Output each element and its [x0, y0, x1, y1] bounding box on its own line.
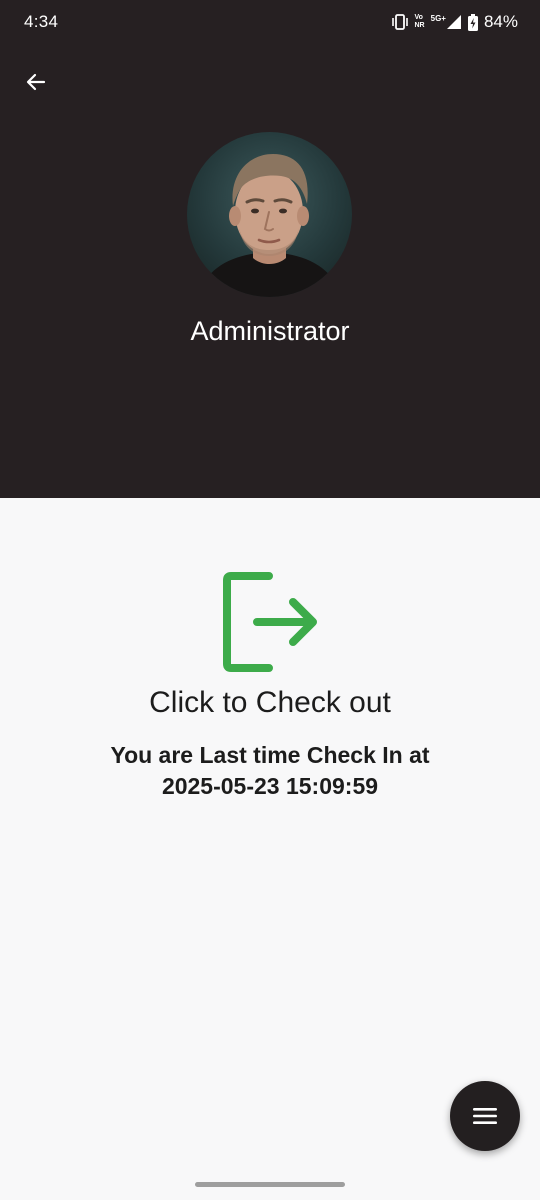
status-time: 4:34 [24, 12, 59, 31]
status-icons: Vo NR 5G+ 84% [391, 11, 518, 33]
user-name: Administrator [190, 316, 350, 346]
checkout-button[interactable]: Click to Check out You are Last time Che… [0, 560, 540, 802]
last-checkin-timestamp: 2025-05-23 15:09:59 [161, 773, 379, 799]
battery-icon [467, 13, 478, 31]
back-button[interactable] [18, 64, 54, 100]
last-checkin-text: You are Last time Check In at [110, 742, 430, 768]
menu-fab-button[interactable] [450, 1081, 520, 1151]
status-bar: 4:34 Vo NR 5G+ 84% [0, 0, 540, 46]
logout-icon [223, 572, 317, 672]
vibrate-icon [391, 14, 409, 30]
profile-header: 4:34 Vo NR 5G+ 84% Administrator [0, 0, 540, 498]
menu-icon [473, 1108, 497, 1124]
volte-indicator: Vo NR [415, 14, 425, 30]
cell-signal-icon: 5G+ [431, 14, 462, 30]
checkout-label: Click to Check out [149, 686, 391, 719]
volte-top-text: Vo [414, 14, 423, 21]
home-indicator[interactable] [195, 1182, 345, 1187]
avatar [187, 132, 352, 297]
last-checkin-info: You are Last time Check In at 2025-05-23… [110, 740, 429, 802]
battery-percent: 84% [483, 12, 518, 31]
arrow-left-icon [26, 73, 46, 91]
network-type: 5G+ [430, 13, 446, 23]
volte-bottom-text: NR [414, 22, 425, 29]
